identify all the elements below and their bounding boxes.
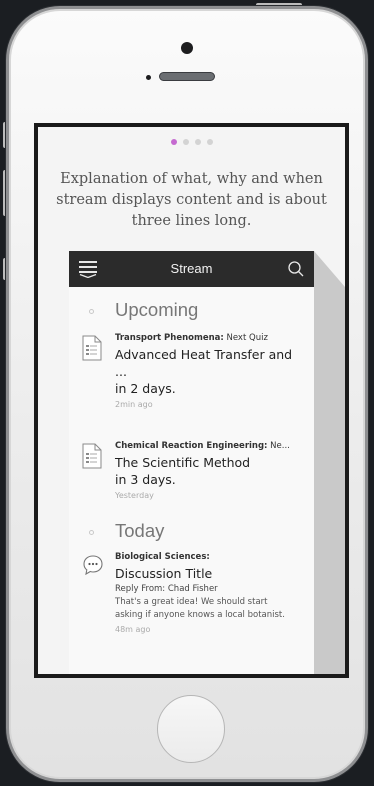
reply-excerpt: That's a great idea! We should start aski… — [115, 596, 306, 622]
section-label: Upcoming — [115, 299, 199, 320]
course-line: Chemical Reaction Engineering: Ne... — [115, 441, 306, 451]
document-icon — [82, 443, 102, 473]
proximity-sensor — [146, 75, 151, 80]
home-button[interactable] — [157, 695, 225, 763]
app-preview-shadow-edge — [314, 251, 345, 287]
stream-item[interactable]: Transport Phenomena: Next Quiz Advanced … — [69, 333, 314, 409]
page-dot-2[interactable] — [182, 139, 189, 145]
course-name[interactable]: Biological Sciences: — [115, 552, 210, 562]
screen: Explanation of what, why and when stream… — [38, 127, 345, 674]
item-timestamp: 2min ago — [115, 400, 153, 409]
earpiece-speaker — [159, 72, 215, 81]
reply-author: Reply From: Chad Fisher — [115, 584, 218, 594]
onboarding-explanation: Explanation of what, why and when stream… — [56, 171, 327, 229]
course-suffix: Ne... — [267, 441, 290, 451]
app-header: Stream — [69, 251, 314, 287]
document-icon — [82, 335, 102, 365]
section-header-upcoming: Upcoming — [69, 295, 314, 329]
stream-item[interactable]: Chemical Reaction Engineering: Ne... The… — [69, 441, 314, 500]
course-line: Biological Sciences: — [115, 552, 306, 562]
item-title-line-2: in 2 days. — [115, 381, 176, 396]
reply-excerpt-line-1: That's a great idea! We should start — [115, 597, 268, 607]
search-icon[interactable] — [287, 260, 305, 278]
item-title: Advanced Heat Transfer and ... in 2 days. — [115, 346, 306, 397]
page-dot-3[interactable] — [194, 139, 201, 145]
section-label: Today — [115, 520, 165, 541]
item-title-line-2: in 3 days. — [115, 472, 176, 487]
discussion-title: Discussion Title — [115, 566, 213, 581]
section-bullet — [89, 309, 94, 314]
front-camera — [181, 42, 193, 54]
course-name[interactable]: Transport Phenomena: — [115, 333, 224, 343]
section-header-today: Today — [69, 516, 314, 550]
stream-item[interactable]: Biological Sciences: Discussion Title Re… — [69, 552, 314, 634]
stream-app-preview: Stream Upcoming Transport Phenomena: Nex… — [69, 251, 314, 674]
item-title: The Scientific Method in 3 days. — [115, 454, 306, 488]
course-line: Transport Phenomena: Next Quiz — [115, 333, 306, 343]
discussion-icon — [82, 554, 104, 580]
item-title-line-1: Advanced Heat Transfer and ... — [115, 347, 293, 379]
item-title-line-1: The Scientific Method — [115, 455, 251, 470]
app-preview-shadow — [314, 251, 345, 674]
page-indicator[interactable] — [38, 139, 345, 145]
page-dot-1[interactable] — [170, 139, 177, 145]
item-timestamp: Yesterday — [115, 491, 154, 500]
page-dot-4[interactable] — [206, 139, 213, 145]
app-title: Stream — [170, 261, 213, 276]
course-name[interactable]: Chemical Reaction Engineering: — [115, 441, 268, 451]
item-timestamp: 48m ago — [115, 625, 151, 634]
section-bullet — [89, 530, 94, 535]
course-suffix: Next Quiz — [223, 333, 268, 343]
reply-excerpt-line-2: asking if anyone knows a local botanist. — [115, 610, 285, 620]
